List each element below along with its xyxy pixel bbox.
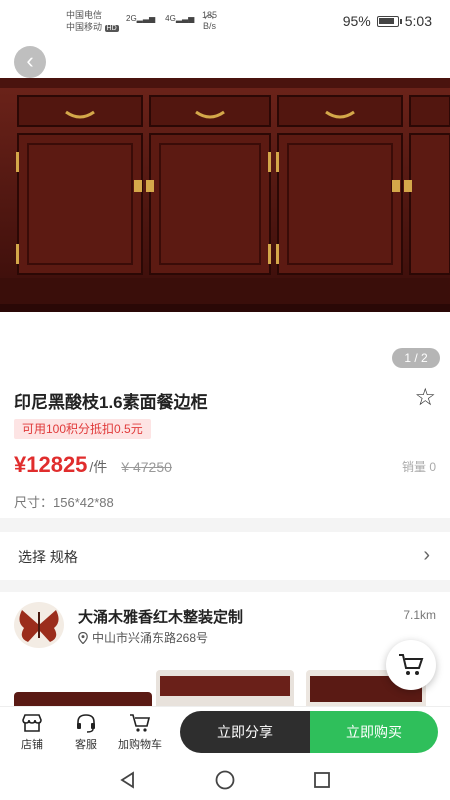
price-row: ¥12825/件 ¥ 47250 (14, 452, 172, 478)
signal-icon: ▂▃▅ (136, 14, 156, 23)
product-title: 印尼黑酸枝1.6素面餐边柜 (14, 393, 208, 412)
speed-value: 185 (202, 10, 218, 20)
network-speed: 185 B/s (202, 10, 217, 32)
add-to-cart-button[interactable]: 加购物车 (116, 713, 164, 752)
network-indicators: 2G▂▃▅ 4G▂▃▅ ◠ (126, 12, 214, 25)
store-product-thumbnails (14, 670, 444, 710)
cart-icon (130, 714, 151, 732)
network-4g-label: 4G (165, 14, 176, 23)
spec-label: 选择 规格 (18, 549, 78, 565)
back-triangle-icon[interactable] (118, 770, 138, 790)
network-2g: 2G▂▃▅ (126, 14, 155, 23)
sales-count: 销量 0 (401, 460, 436, 474)
back-button[interactable]: ‹ (14, 46, 46, 78)
store-distance: 7.1km (403, 608, 436, 622)
service-label: 客服 (75, 739, 97, 751)
battery-time: 95% 5:03 (343, 13, 432, 29)
clock: 5:03 (404, 13, 432, 29)
location-pin-icon (78, 631, 88, 644)
store-tab-button[interactable]: 店铺 (10, 713, 54, 752)
speed-unit: B/s (203, 21, 217, 31)
product-size: 尺寸：156*42*88 (14, 495, 114, 510)
favorite-star-icon[interactable]: ☆ (414, 386, 436, 410)
store-tab-label: 店铺 (21, 739, 43, 751)
cart-icon (399, 654, 424, 675)
product-image-sideboard (0, 78, 450, 312)
store-product-thumb[interactable] (156, 670, 294, 710)
thumb-furniture (160, 676, 290, 696)
current-price: ¥12825 (14, 452, 88, 477)
floating-cart-button[interactable] (386, 640, 436, 690)
gallery-pager: 1 / 2 (392, 348, 440, 368)
chevron-right-icon: › (423, 544, 430, 566)
home-circle-icon[interactable] (214, 769, 236, 791)
recents-square-icon[interactable] (312, 770, 332, 790)
spec-selector[interactable]: 选择 规格 › (0, 532, 450, 580)
price-unit: /件 (89, 459, 108, 475)
cart-label: 加购物车 (118, 739, 162, 751)
store-address-row: 中山市兴涌东路268号 (78, 629, 208, 646)
butterfly-logo-icon (19, 610, 59, 642)
system-nav-bar (0, 760, 450, 800)
network-4g: 4G▂▃▅ (165, 14, 194, 23)
chevron-left-icon: ‹ (26, 48, 34, 73)
original-price: ¥ 47250 (121, 459, 172, 475)
network-2g-label: 2G (126, 14, 137, 23)
bottom-action-bar: 店铺 客服 加购物车 立即分享 立即购买 (0, 706, 450, 760)
store-icon (22, 714, 42, 732)
headset-icon (77, 714, 95, 733)
points-discount-tag: 可用100积分抵扣0.5元 (14, 419, 151, 439)
carrier-1: 中国电信 (66, 10, 103, 20)
carrier-2-row: 中国移动 HD (66, 21, 119, 35)
store-name: 大涌木雅香红木整装定制 (78, 609, 244, 626)
store-address: 中山市兴涌东路268号 (92, 631, 209, 645)
hd-badge: HD (104, 25, 119, 32)
share-now-button[interactable]: 立即分享 (180, 711, 310, 753)
store-logo (14, 602, 64, 648)
status-bar: 中国电信 中国移动 HD 2G▂▃▅ 4G▂▃▅ ◠ 185 B/s 95% 5… (0, 0, 450, 42)
carrier-info: 中国电信 中国移动 HD (66, 9, 119, 35)
battery-percent: 95% (342, 13, 371, 29)
signal-icon: ▂▃▅ (175, 14, 195, 23)
customer-service-button[interactable]: 客服 (64, 713, 108, 752)
product-gallery[interactable]: ‹ 1 / 2 (0, 42, 450, 372)
battery-icon (376, 15, 402, 27)
store-card[interactable]: 大涌木雅香红木整装定制 7.1km 中山市兴涌东路268号 (0, 592, 450, 710)
product-info: 印尼黑酸枝1.6素面餐边柜 ☆ 可用100积分抵扣0.5元 ¥12825/件 ¥ … (0, 372, 450, 518)
buy-now-button[interactable]: 立即购买 (310, 711, 438, 753)
carrier-2: 中国移动 (66, 22, 103, 32)
